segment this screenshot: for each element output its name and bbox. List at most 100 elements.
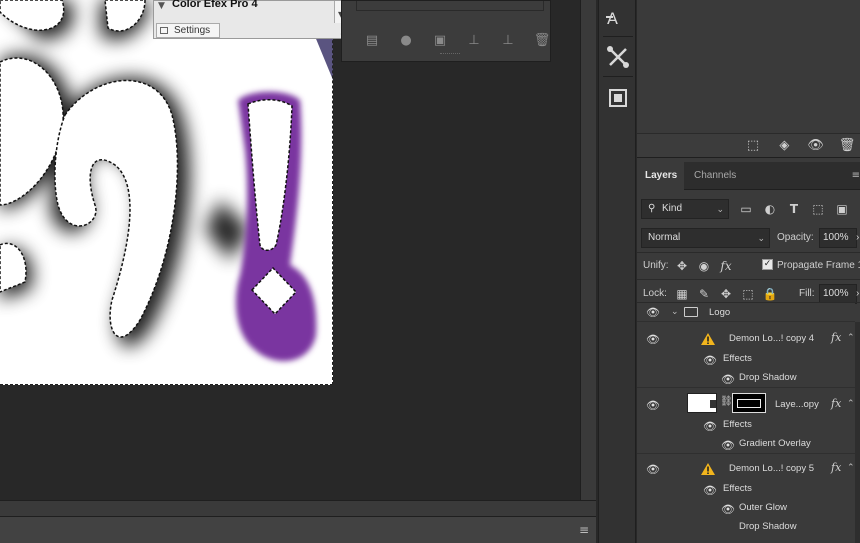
trash-icon[interactable]: 🗑	[835, 138, 859, 156]
type-filter-icon[interactable]: T	[785, 201, 803, 217]
shape-filter-icon[interactable]: ⬚	[809, 201, 827, 217]
blend-mode-dropdown[interactable]: Normal ⌄	[641, 228, 770, 248]
effect-eye-icon[interactable]: 👁	[721, 504, 735, 515]
effects-eye-icon[interactable]: 👁	[703, 355, 717, 366]
lock-label: Lock:	[643, 288, 667, 299]
propagate-label: Propagate Frame 1	[777, 260, 860, 271]
effects-eye-icon[interactable]: 👁	[703, 485, 717, 496]
effect-drop-shadow[interactable]: Drop Shadow	[739, 372, 797, 383]
kind-filter-value: Kind	[662, 203, 683, 214]
lock-brush-icon[interactable]: ✎	[695, 286, 713, 302]
layer-row[interactable]: 👁 Demon Lo...! copy 4 fx ⌃ 👁 Effects 👁 D…	[637, 323, 855, 388]
effect-eye-icon[interactable]: 👁	[721, 440, 735, 451]
right-panel-dock: ⬚ ◈ 👁 🗑 Layers Channels ≡ ⚲ Kind ⌄ ▭ ◐ T…	[637, 0, 860, 543]
pixel-filter-icon[interactable]: ▭	[737, 201, 755, 217]
layers-scrollbar[interactable]	[855, 322, 860, 543]
convert-icon[interactable]: ◈	[772, 138, 796, 156]
trash-icon[interactable]: 🗑	[532, 33, 552, 49]
layer-thumbnail	[687, 393, 717, 413]
tab-layers[interactable]: Layers	[637, 162, 684, 190]
effects-collapse-icon[interactable]: ⌃	[847, 463, 855, 473]
visibility-eye-icon[interactable]: 👁	[646, 400, 660, 411]
layer-name: Demon Lo...! copy 5	[729, 463, 815, 474]
canvas-horizontal-scrollbar[interactable]	[0, 500, 596, 516]
panel-menu-icon[interactable]: ≡	[852, 170, 860, 181]
layers-tab-bar: Layers Channels ≡	[637, 162, 860, 190]
calculator-icon[interactable]: ▤	[362, 33, 382, 49]
effects-eye-icon[interactable]: 👁	[703, 421, 717, 432]
settings-tab[interactable]: Settings	[156, 23, 220, 38]
layer-name: Laye...opy	[775, 399, 819, 410]
smart-object-filter-icon[interactable]: ▣	[833, 201, 851, 217]
anchor-icon[interactable]: ⊥	[464, 33, 484, 49]
visibility-icon[interactable]: 👁	[804, 138, 828, 156]
canvas-area[interactable]	[0, 0, 596, 500]
lock-position-icon[interactable]: ✥	[717, 286, 735, 302]
character-icon[interactable]: A	[603, 2, 633, 32]
collapsed-panel: ▤ ● ▣ ⊥ ⊥ 🗑	[341, 0, 551, 62]
artwork	[0, 0, 333, 362]
group-name: Logo	[709, 307, 731, 318]
anchor-add-icon[interactable]: ⊥	[498, 33, 518, 49]
propagate-checkbox[interactable]: ✓	[762, 259, 773, 270]
folder-icon	[684, 307, 698, 317]
visibility-eye-icon[interactable]: 👁	[646, 307, 660, 318]
opacity-label: Opacity:	[777, 232, 814, 243]
photoshop-window: ≡ ▼ Color Efex Pro 4 ▼ Settings ⋰ ▤ ● ▣ …	[0, 0, 860, 543]
tab-channels[interactable]: Channels	[686, 162, 744, 190]
link-icon[interactable]: ⛓	[720, 396, 733, 407]
fx-icon[interactable]: fx	[831, 331, 841, 344]
status-menu-icon[interactable]: ≡	[578, 523, 590, 537]
effects-collapse-icon[interactable]: ⌃	[847, 333, 855, 343]
warning-icon	[701, 333, 715, 345]
document-canvas[interactable]	[0, 0, 333, 385]
effect-eye-icon[interactable]: 👁	[721, 374, 735, 385]
fill-chevron-icon[interactable]: ›	[856, 288, 859, 299]
canvas-vertical-scrollbar[interactable]	[580, 0, 596, 500]
chevron-down-icon: ⌄	[757, 233, 765, 243]
effect-gradient-overlay[interactable]: Gradient Overlay	[739, 438, 811, 449]
layer-row[interactable]: 👁 Demon Lo...! copy 5 fx ⌃ 👁 Effects 👁 O…	[637, 455, 855, 543]
collapse-triangle-icon[interactable]: ▼	[158, 1, 165, 11]
chevron-down-icon: ⌄	[716, 204, 724, 214]
unify-label: Unify:	[643, 260, 669, 271]
kind-filter-dropdown[interactable]: ⚲ Kind ⌄	[641, 199, 729, 219]
group-expand-icon[interactable]: ⌄	[671, 307, 679, 317]
layer-group-logo[interactable]: 👁 ⌄ Logo	[637, 303, 855, 322]
fill-field[interactable]: 100%	[819, 284, 857, 304]
selection-icon[interactable]: ⬚	[741, 138, 765, 156]
status-bar: ≡	[0, 516, 596, 543]
lock-all-icon[interactable]: 🔒	[761, 286, 779, 302]
unify-visibility-icon[interactable]: ◉	[695, 258, 713, 274]
blend-mode-value: Normal	[648, 232, 681, 243]
fill-label: Fill:	[799, 288, 815, 299]
fx-icon[interactable]: fx	[831, 461, 841, 474]
frame-icon[interactable]: ▣	[430, 33, 450, 49]
effects-label: Effects	[723, 419, 752, 430]
fill-value: 100%	[823, 288, 849, 299]
opacity-chevron-icon[interactable]: ›	[856, 232, 859, 243]
panel-grip[interactable]	[440, 53, 460, 57]
visibility-eye-icon[interactable]: 👁	[646, 464, 660, 475]
properties-icon[interactable]	[603, 83, 633, 113]
warning-icon	[701, 463, 715, 475]
lock-transparent-icon[interactable]: ▦	[673, 286, 691, 302]
adjustment-filter-icon[interactable]: ◐	[761, 201, 779, 217]
layer-row[interactable]: 👁 ⛓ Laye...opy fx ⌃ 👁 Effects 👁 Gradient…	[637, 389, 855, 454]
effects-collapse-icon[interactable]: ⌃	[847, 399, 855, 409]
visibility-eye-icon[interactable]: 👁	[646, 334, 660, 345]
lock-artboard-icon[interactable]: ⬚	[739, 286, 757, 302]
tools-crossed-icon[interactable]	[603, 42, 633, 72]
settings-tab-icon	[160, 27, 168, 34]
panel-well	[356, 1, 544, 11]
panel-footer-icons: ▤ ● ▣ ⊥ ⊥ 🗑	[362, 33, 552, 49]
opacity-field[interactable]: 100%	[819, 228, 857, 248]
layer-mask-thumbnail	[732, 393, 766, 413]
lightbulb-icon[interactable]: ●	[396, 33, 416, 49]
effect-drop-shadow[interactable]: Drop Shadow	[739, 521, 797, 532]
panel-dock-strip: A	[598, 0, 636, 543]
effect-outer-glow[interactable]: Outer Glow	[739, 502, 787, 513]
fx-icon[interactable]: fx	[831, 397, 841, 410]
unify-style-icon[interactable]: fx	[717, 258, 735, 274]
unify-position-icon[interactable]: ✥	[673, 258, 691, 274]
